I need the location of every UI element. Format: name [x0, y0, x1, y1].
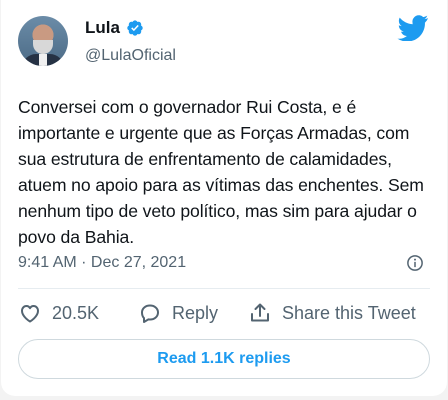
speech-bubble-icon	[141, 304, 159, 323]
divider	[18, 288, 430, 289]
read-replies-button[interactable]: Read 1.1K replies	[18, 339, 430, 379]
tweet-timestamp[interactable]: 9:41 AM · Dec 27, 2021	[18, 254, 186, 272]
share-button[interactable]: Share this Tweet	[248, 301, 416, 325]
tweet-actions: 20.5K Reply Share this Tweet	[18, 301, 430, 329]
author-name-row[interactable]: Lula	[85, 18, 144, 38]
avatar[interactable]	[18, 16, 68, 66]
share-upload-icon	[251, 303, 269, 322]
reply-button[interactable]: Reply	[138, 301, 218, 325]
tweet-text: Conversei com o governador Rui Costa, e …	[18, 97, 424, 247]
info-icon[interactable]	[406, 254, 424, 272]
author-handle[interactable]: @LulaOficial	[85, 47, 176, 65]
twitter-bird-icon[interactable]	[397, 15, 429, 41]
like-count: 20.5K	[52, 302, 100, 323]
like-button[interactable]: 20.5K	[18, 301, 99, 325]
verified-badge-icon	[127, 20, 143, 36]
tweet-card: Lula @LulaOficial Conversei com o govern…	[1, 0, 447, 396]
heart-icon	[21, 305, 39, 323]
share-label: Share this Tweet	[282, 302, 416, 323]
author-name[interactable]: Lula	[85, 18, 120, 38]
reply-label: Reply	[172, 302, 219, 323]
